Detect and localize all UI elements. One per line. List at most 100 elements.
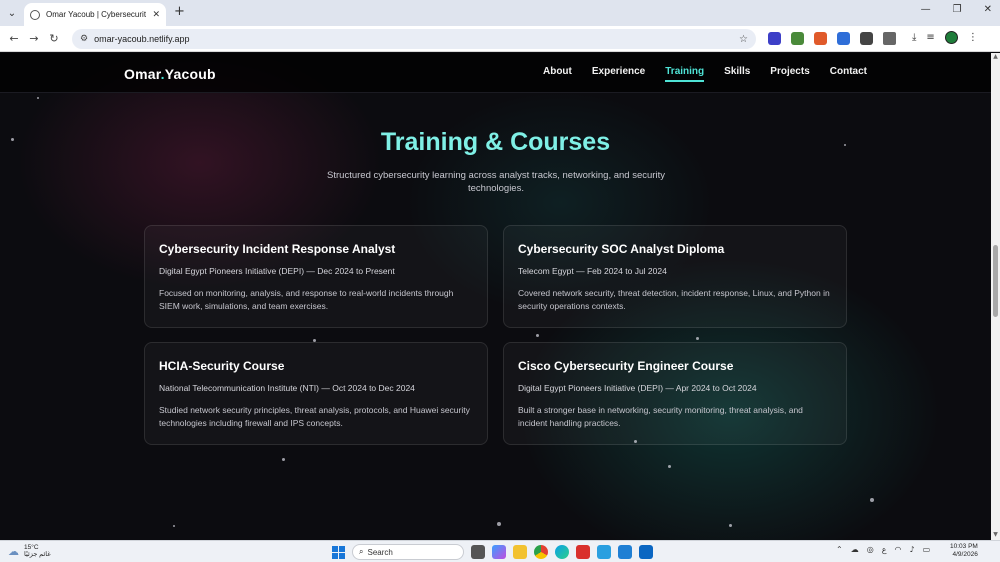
extension-icon[interactable]: [860, 32, 873, 45]
logo-last: Yacoub: [164, 66, 216, 82]
reload-icon[interactable]: ↻: [44, 32, 64, 45]
scroll-up-arrow-icon[interactable]: ▲: [991, 53, 1000, 62]
card-org: Digital Egypt Pioneers Initiative (DEPI)…: [159, 266, 395, 276]
system-tray: ⌃ ☁ ◎ ع ◠ ♪ ▭: [836, 545, 930, 554]
particle-dot: [870, 498, 874, 502]
site-header: Omar.Yacoub About Experience Training Sk…: [0, 53, 991, 93]
card-description: Focused on monitoring, analysis, and res…: [159, 288, 454, 311]
address-bar[interactable]: ⚙ omar-yacoub.netlify.app ☆: [72, 29, 756, 49]
scroll-thumb[interactable]: [993, 245, 998, 317]
tab-search-chevron-icon[interactable]: ⌄: [4, 5, 20, 21]
particle-dot: [497, 522, 501, 526]
browser-toolbar: ← → ↻ ⚙ omar-yacoub.netlify.app ☆ ⤓ ≡ ⋮: [0, 26, 1000, 52]
card-title: HCIA-Security Course: [159, 359, 285, 373]
card-description: Covered network security, threat detecti…: [518, 288, 830, 311]
volume-icon[interactable]: ♪: [909, 545, 914, 554]
nav-contact[interactable]: Contact: [830, 66, 867, 82]
particle-dot: [282, 458, 285, 461]
onedrive-cloud-icon[interactable]: ☁: [851, 545, 859, 554]
windows-start-icon[interactable]: [332, 545, 345, 559]
main-nav: About Experience Training Skills Project…: [543, 66, 867, 82]
nav-about[interactable]: About: [543, 66, 572, 82]
window-close-icon[interactable]: ✕: [984, 4, 992, 15]
translate-extension-icon[interactable]: [837, 32, 850, 45]
extensions-area: [768, 32, 896, 45]
particle-dot: [729, 524, 732, 527]
battery-icon[interactable]: ▭: [923, 545, 931, 554]
section-title: Training & Courses: [380, 128, 611, 156]
tray-app-icon[interactable]: ◎: [867, 545, 874, 554]
extension-icon[interactable]: [814, 32, 827, 45]
browser-tab[interactable]: Omar Yacoub | Cybersecurity Po ✕: [24, 3, 166, 26]
training-card: Cybersecurity SOC Analyst Diploma Teleco…: [503, 225, 847, 328]
particle-dot: [37, 97, 39, 99]
file-explorer-icon[interactable]: [513, 545, 527, 559]
clock-time: 10:03 PM: [950, 543, 978, 550]
card-org: National Telecommunication Institute (NT…: [159, 383, 415, 393]
extension-icon[interactable]: [791, 32, 804, 45]
card-title: Cisco Cybersecurity Engineer Course: [518, 359, 734, 373]
nav-skills[interactable]: Skills: [724, 66, 750, 82]
chrome-icon[interactable]: [534, 545, 548, 559]
clock-date: 4/9/2026: [952, 551, 978, 558]
particle-dot: [536, 334, 539, 337]
forward-arrow-icon[interactable]: →: [24, 32, 44, 45]
card-org: Telecom Egypt — Feb 2024 to Jul 2024: [518, 266, 667, 276]
puzzle-extensions-icon[interactable]: [883, 32, 896, 45]
weather-widget[interactable]: ☁ 15°C غائم جزئيًا: [8, 544, 51, 558]
training-card: Cisco Cybersecurity Engineer Course Digi…: [503, 342, 847, 445]
window-controls: — ❐ ✕: [921, 4, 992, 15]
card-description: Studied network security principles, thr…: [159, 405, 470, 428]
notepad-icon[interactable]: [597, 545, 611, 559]
weather-temp: 15°C: [24, 544, 39, 551]
maximize-icon[interactable]: ❐: [953, 4, 962, 15]
linkedin-icon[interactable]: [639, 545, 653, 559]
browser-tab-strip: ⌄ Omar Yacoub | Cybersecurity Po ✕ + — ❐…: [0, 0, 1000, 26]
particle-dot: [173, 525, 175, 527]
task-view-icon[interactable]: [471, 545, 485, 559]
windows-taskbar: ☁ 15°C غائم جزئيًا ⌕ Search ⌃ ☁ ◎ ع ◠ ♪ …: [0, 540, 1000, 562]
new-tab-plus-icon[interactable]: +: [174, 4, 185, 19]
section-subtitle: Structured cybersecurity learning across…: [327, 170, 665, 194]
copilot-icon[interactable]: [492, 545, 506, 559]
page-scrollbar[interactable]: ▲ ▼: [991, 53, 1000, 540]
url-text: omar-yacoub.netlify.app: [94, 34, 190, 44]
training-card: Cybersecurity Incident Response Analyst …: [144, 225, 488, 328]
menu-kebab-icon[interactable]: ⋮: [968, 32, 978, 43]
extension-icon[interactable]: [768, 32, 781, 45]
search-icon: ⌕: [359, 547, 364, 556]
card-title: Cybersecurity SOC Analyst Diploma: [518, 242, 725, 256]
card-title: Cybersecurity Incident Response Analyst: [159, 242, 396, 256]
search-label: Search: [367, 547, 393, 557]
tray-chevron-up-icon[interactable]: ⌃: [836, 545, 843, 554]
site-settings-icon[interactable]: ⚙: [80, 34, 88, 44]
download-icon[interactable]: ⤓: [912, 32, 916, 43]
input-language[interactable]: ع: [882, 545, 887, 554]
cloud-icon: ☁: [8, 544, 19, 558]
particle-dot: [696, 337, 699, 340]
page-viewport: Omar.Yacoub About Experience Training Sk…: [0, 53, 991, 540]
system-clock[interactable]: 10:03 PM 4/9/2026: [950, 543, 978, 559]
scroll-down-arrow-icon[interactable]: ▼: [991, 531, 1000, 540]
card-org: Digital Egypt Pioneers Initiative (DEPI)…: [518, 383, 757, 393]
wps-office-icon[interactable]: [576, 545, 590, 559]
media-control-icon[interactable]: ≡: [926, 32, 934, 43]
logo-first: Omar: [124, 66, 161, 82]
vscode-icon[interactable]: [618, 545, 632, 559]
nav-experience[interactable]: Experience: [592, 66, 645, 82]
wifi-icon[interactable]: ◠: [894, 545, 901, 554]
profile-avatar[interactable]: [944, 31, 958, 44]
taskbar-apps: ⌕ Search: [332, 544, 653, 560]
nav-projects[interactable]: Projects: [770, 66, 809, 82]
nav-training[interactable]: Training: [665, 66, 705, 82]
edge-icon[interactable]: [555, 545, 569, 559]
back-arrow-icon[interactable]: ←: [4, 32, 24, 45]
bookmark-star-icon[interactable]: ☆: [739, 34, 748, 45]
site-logo[interactable]: Omar.Yacoub: [124, 66, 216, 82]
taskbar-search[interactable]: ⌕ Search: [352, 544, 464, 560]
minimize-icon[interactable]: —: [921, 4, 931, 15]
card-description: Built a stronger base in networking, sec…: [518, 405, 803, 428]
weather-description: غائم جزئيًا: [24, 551, 51, 558]
close-icon[interactable]: ✕: [152, 10, 160, 20]
globe-icon: [30, 9, 40, 20]
